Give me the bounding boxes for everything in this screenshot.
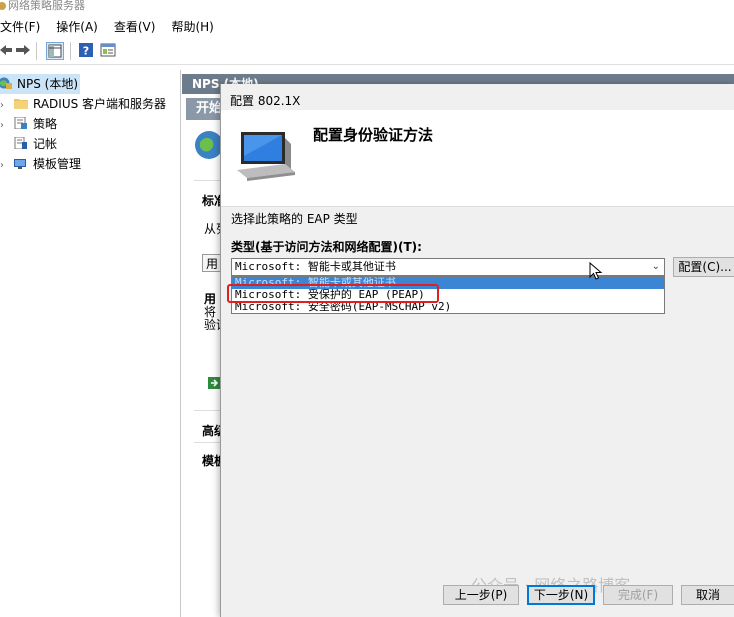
- window-title-bar: 网络策略服务器: [0, 0, 734, 12]
- tree-item-policies[interactable]: › 策略: [0, 114, 57, 134]
- tree-root-nps[interactable]: NPS (本地): [0, 74, 80, 94]
- menu-help[interactable]: 帮助(H): [171, 14, 219, 35]
- svg-text:?: ?: [83, 45, 89, 58]
- tree-item-label: 记帐: [33, 137, 58, 151]
- window-title: 网络策略服务器: [8, 0, 85, 12]
- chevron-right-icon[interactable]: ›: [0, 116, 10, 136]
- chevron-right-icon[interactable]: ›: [0, 156, 10, 176]
- menu-bar: 文件(F) 操作(A) 查看(V) 帮助(H): [0, 14, 734, 36]
- properties-icon[interactable]: [100, 42, 116, 58]
- cancel-button[interactable]: 取消: [681, 585, 734, 605]
- menu-file[interactable]: 文件(F): [0, 14, 46, 35]
- scenario-dropdown[interactable]: 用: [202, 254, 222, 272]
- dialog-heading: 配置身份验证方法: [313, 126, 434, 144]
- mouse-pointer-icon: [589, 262, 603, 280]
- dialog-title: 配置 802.1X: [230, 94, 301, 108]
- configure-8021x-dialog: 配置 802.1X 配置身份验证方法 选择此策略的 EAP 类型 类型(基于访问…: [220, 84, 734, 617]
- app-icon: [0, 2, 6, 10]
- policies-icon: [14, 117, 27, 129]
- forward-arrow-icon[interactable]: [14, 42, 30, 58]
- configure-button[interactable]: 配置(C)...: [673, 257, 734, 277]
- menu-view[interactable]: 查看(V): [114, 14, 162, 35]
- tree-item-label: RADIUS 客户端和服务器: [33, 97, 167, 111]
- finish-button[interactable]: 完成(F): [603, 585, 673, 605]
- chevron-right-icon[interactable]: ›: [0, 96, 10, 116]
- dialog-header: 配置身份验证方法: [221, 110, 734, 207]
- help-icon[interactable]: ?: [78, 42, 94, 58]
- nps-server-icon: [0, 77, 12, 89]
- tree-root-label: NPS (本地): [17, 77, 79, 91]
- monitor-icon: [237, 132, 295, 181]
- back-button[interactable]: 上一步(P): [443, 585, 519, 605]
- console-tree: NPS (本地) › RADIUS 客户端和服务器 › 策略 记帐 › 模板管理: [0, 70, 181, 617]
- menu-action[interactable]: 操作(A): [56, 14, 104, 35]
- accounting-icon: [14, 137, 27, 149]
- show-hide-console-tree-icon[interactable]: [46, 42, 64, 60]
- configure-arrow-icon[interactable]: [208, 377, 220, 389]
- tree-item-label: 模板管理: [33, 157, 82, 171]
- templates-icon: [14, 159, 26, 169]
- tree-item-accounting[interactable]: 记帐: [0, 134, 57, 154]
- tree-item-radius[interactable]: › RADIUS 客户端和服务器: [0, 94, 166, 114]
- instruction-label: 选择此策略的 EAP 类型: [231, 212, 358, 226]
- folder-icon: [14, 99, 28, 109]
- tree-item-templates[interactable]: › 模板管理: [0, 154, 81, 174]
- tree-item-label: 策略: [33, 117, 58, 131]
- toolbar: ?: [0, 38, 734, 65]
- eap-type-selected-value: Microsoft: 智能卡或其他证书: [235, 260, 396, 273]
- chevron-down-icon[interactable]: ⌄: [652, 259, 660, 275]
- annotation-highlight-box: [227, 284, 439, 303]
- eap-type-label: 类型(基于访问方法和网络配置)(T):: [231, 240, 422, 254]
- next-button[interactable]: 下一步(N): [527, 585, 595, 605]
